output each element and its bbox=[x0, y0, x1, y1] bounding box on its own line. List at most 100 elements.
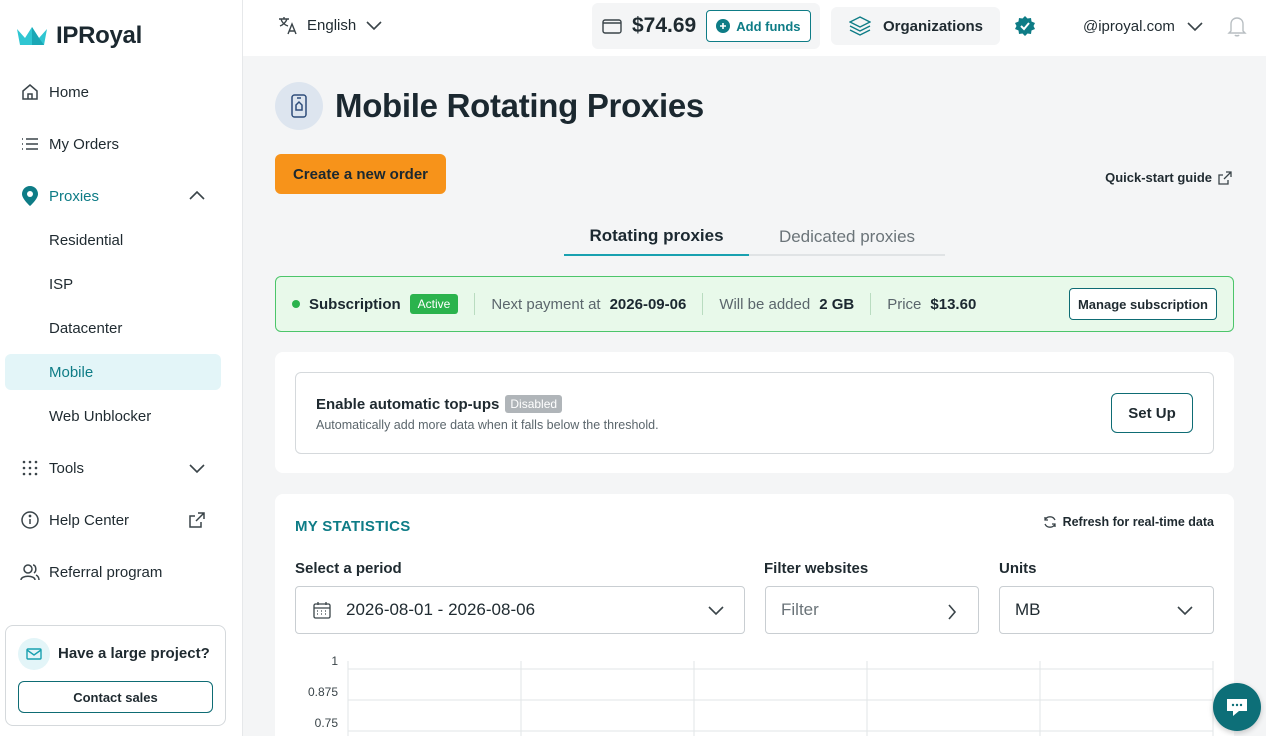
subscription-label: Subscription bbox=[309, 295, 401, 313]
topup-card: Enable automatic top-ups Disabled Automa… bbox=[295, 372, 1214, 454]
topup-section: Enable automatic top-ups Disabled Automa… bbox=[275, 352, 1234, 473]
contact-sales-button[interactable]: Contact sales bbox=[18, 681, 213, 713]
next-payment-date: 2026-09-06 bbox=[609, 295, 687, 313]
chevron-down-icon bbox=[189, 464, 205, 474]
divider bbox=[870, 293, 872, 315]
sub-item-label: Residential bbox=[49, 231, 124, 249]
location-pin-icon bbox=[19, 185, 41, 207]
plus-circle-icon bbox=[716, 19, 731, 33]
sub-item-label: Mobile bbox=[49, 363, 94, 381]
add-funds-button[interactable]: Add funds bbox=[706, 10, 811, 42]
price-value: $13.60 bbox=[930, 295, 977, 313]
account-email: @iproyal.com bbox=[1083, 17, 1175, 35]
statistics-section: MY STATISTICS Refresh for real-time data… bbox=[275, 494, 1234, 736]
language-selector[interactable]: English bbox=[277, 14, 384, 36]
sidebar-item-home[interactable]: Home bbox=[5, 74, 221, 110]
status-dot bbox=[292, 300, 300, 308]
y-tick-label: 0.875 bbox=[308, 685, 338, 699]
chevron-down-icon bbox=[366, 21, 382, 31]
sidebar-item-help-center[interactable]: Help Center bbox=[5, 502, 221, 538]
sidebar-item-label: Help Center bbox=[49, 511, 130, 529]
users-icon bbox=[19, 561, 41, 583]
filter-websites-label: Filter websites bbox=[764, 560, 869, 577]
usage-chart: 1 0.875 0.75 bbox=[308, 654, 1214, 736]
sidebar-sub-item-residential[interactable]: Residential bbox=[5, 222, 221, 258]
sidebar-item-proxies[interactable]: Proxies bbox=[5, 178, 221, 214]
sidebar-item-label: Proxies bbox=[49, 187, 100, 205]
verified-badge-icon bbox=[1015, 16, 1035, 36]
filter-websites-field[interactable] bbox=[765, 586, 979, 634]
page-title: Mobile Rotating Proxies bbox=[335, 87, 704, 124]
quick-start-guide-link[interactable]: Quick-start guide bbox=[1105, 170, 1232, 185]
topup-title: Enable automatic top-ups bbox=[316, 395, 500, 413]
balance-widget: $74.69 Add funds bbox=[592, 3, 820, 49]
balance-amount: $74.69 bbox=[632, 14, 697, 37]
top-bar: English $74.69 Add funds Organizations @… bbox=[243, 0, 1266, 56]
topup-description: Automatically add more data when it fall… bbox=[316, 418, 659, 432]
tab-dedicated-proxies[interactable]: Dedicated proxies bbox=[749, 218, 945, 256]
tab-rotating-proxies[interactable]: Rotating proxies bbox=[564, 218, 749, 256]
chevron-down-icon bbox=[708, 606, 724, 616]
sub-item-label: Datacenter bbox=[49, 319, 123, 337]
y-tick-label: 1 bbox=[331, 654, 338, 668]
chevron-up-icon bbox=[189, 190, 205, 200]
sidebar-item-my-orders[interactable]: My Orders bbox=[5, 126, 221, 162]
proxy-tabs: Rotating proxies Dedicated proxies bbox=[564, 218, 945, 256]
manage-subscription-button[interactable]: Manage subscription bbox=[1068, 288, 1217, 320]
organizations-button[interactable]: Organizations bbox=[831, 7, 1000, 45]
sub-item-label: Web Unblocker bbox=[49, 407, 152, 425]
chevron-right-icon bbox=[948, 604, 957, 620]
status-badge: Active bbox=[409, 294, 459, 314]
large-project-card: Have a large project? Contact sales bbox=[5, 625, 226, 726]
chat-icon bbox=[1227, 699, 1247, 716]
refresh-button[interactable]: Refresh for real-time data bbox=[1043, 515, 1214, 529]
language-label: English bbox=[307, 16, 357, 34]
refresh-icon bbox=[1043, 516, 1056, 528]
sidebar-item-label: Referral program bbox=[49, 563, 163, 581]
grid-dots-icon bbox=[19, 457, 41, 479]
ip-royal-crown-icon bbox=[17, 27, 47, 45]
sidebar-item-tools[interactable]: Tools bbox=[5, 450, 221, 486]
next-payment-label: Next payment at bbox=[491, 295, 601, 313]
period-select[interactable]: 2026-08-01 - 2026-08-06 bbox=[295, 586, 745, 634]
refresh-label: Refresh for real-time data bbox=[1062, 515, 1214, 529]
account-menu[interactable]: @iproyal.com bbox=[1083, 16, 1205, 36]
quick-start-label: Quick-start guide bbox=[1105, 170, 1212, 185]
chevron-down-icon bbox=[1177, 606, 1193, 616]
sidebar-sub-item-datacenter[interactable]: Datacenter bbox=[5, 310, 221, 346]
wallet-icon bbox=[602, 19, 622, 34]
organizations-label: Organizations bbox=[883, 17, 984, 35]
list-icon bbox=[19, 133, 41, 155]
subscription-bar: Subscription Active Next payment at 2026… bbox=[275, 276, 1234, 332]
will-be-added-value: 2 GB bbox=[819, 295, 855, 313]
external-link-icon bbox=[1218, 170, 1232, 185]
divider bbox=[474, 293, 476, 315]
setup-button[interactable]: Set Up bbox=[1111, 393, 1193, 433]
chevron-down-icon bbox=[1187, 22, 1203, 32]
sidebar-sub-item-web-unblocker[interactable]: Web Unblocker bbox=[5, 398, 221, 434]
bell-icon[interactable] bbox=[1227, 15, 1247, 37]
layers-icon bbox=[849, 16, 871, 36]
statistics-title: MY STATISTICS bbox=[295, 518, 411, 535]
y-tick-label: 0.75 bbox=[315, 716, 339, 730]
price-label: Price bbox=[887, 295, 922, 313]
sidebar: IPRoyal Home My Orders Proxies Residenti… bbox=[0, 0, 243, 736]
logo-text: IPRoyal bbox=[56, 22, 142, 49]
filter-input[interactable] bbox=[781, 600, 941, 620]
sidebar-sub-item-isp[interactable]: ISP bbox=[5, 266, 221, 302]
project-card-title: Have a large project? bbox=[58, 645, 210, 662]
units-select[interactable]: MB bbox=[999, 586, 1214, 634]
mobile-proxy-icon bbox=[275, 82, 323, 130]
create-order-button[interactable]: Create a new order bbox=[275, 154, 446, 194]
translate-icon bbox=[279, 17, 297, 35]
topup-title-row: Enable automatic top-ups Disabled bbox=[316, 395, 563, 413]
chat-button[interactable] bbox=[1213, 683, 1261, 731]
logo[interactable]: IPRoyal bbox=[16, 22, 142, 50]
add-funds-label: Add funds bbox=[736, 18, 801, 34]
external-link-icon bbox=[189, 512, 205, 528]
sidebar-item-referral[interactable]: Referral program bbox=[5, 554, 221, 590]
units-label: Units bbox=[999, 560, 1037, 577]
sidebar-sub-item-mobile[interactable]: Mobile bbox=[5, 354, 221, 390]
period-label: Select a period bbox=[295, 560, 402, 577]
sidebar-item-label: My Orders bbox=[49, 135, 120, 153]
